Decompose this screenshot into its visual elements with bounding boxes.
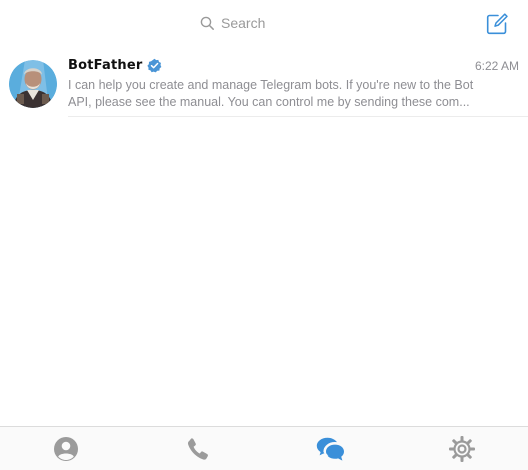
tab-settings[interactable]: [396, 427, 528, 470]
row-divider: [68, 116, 528, 117]
top-bar: Search: [0, 0, 528, 46]
chats-icon: [315, 436, 344, 461]
verified-badge-icon: [147, 58, 162, 73]
chat-title: BotFather: [68, 58, 162, 73]
tab-contacts[interactable]: [0, 427, 132, 470]
compose-button[interactable]: [485, 12, 509, 36]
tab-bar: [0, 426, 528, 470]
tab-chats[interactable]: [264, 427, 396, 470]
gear-icon: [449, 436, 475, 462]
tab-calls[interactable]: [132, 427, 264, 470]
search-placeholder: Search: [221, 15, 266, 31]
chat-list-item[interactable]: BotFather 6:22 AM I can help you create …: [0, 54, 528, 118]
chat-preview: I can help you create and manage Telegra…: [68, 77, 514, 111]
app-window: Search BotFather 6:22 AM I can help you …: [0, 0, 528, 470]
search-field[interactable]: Search: [200, 13, 265, 33]
chat-preview-line-1: I can help you create and manage Telegra…: [68, 78, 474, 92]
compose-icon: [486, 13, 508, 35]
chat-preview-line-2: API, please see the manual. You can cont…: [68, 95, 470, 109]
chat-timestamp: 6:22 AM: [474, 59, 519, 73]
contacts-icon: [54, 437, 78, 461]
avatar: [9, 60, 57, 108]
botfather-avatar-icon: [9, 60, 57, 108]
phone-icon: [187, 438, 208, 460]
search-icon: [200, 16, 214, 30]
chat-name: BotFather: [68, 58, 143, 73]
